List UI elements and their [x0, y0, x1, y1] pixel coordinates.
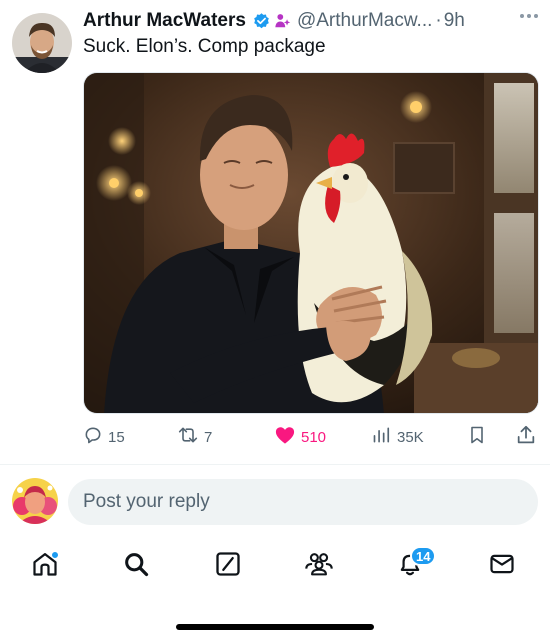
reply-count: 15 — [108, 428, 125, 446]
tweet-text: Suck. Elon’s. Comp package — [83, 36, 326, 57]
like-button[interactable]: 510 — [274, 424, 326, 450]
verified-badge-icon — [252, 12, 271, 31]
notifications-badge: 14 — [410, 546, 437, 566]
divider — [0, 464, 550, 465]
bookmark-icon — [467, 424, 487, 450]
share-button[interactable] — [515, 424, 537, 450]
separator-dot: · — [435, 10, 442, 31]
like-count: 510 — [301, 428, 327, 446]
reply-input[interactable] — [68, 479, 538, 525]
reply-button[interactable]: 15 — [83, 424, 125, 450]
tweet-header: Arthur MacWaters @ArthurMacw... · 9h — [83, 9, 538, 33]
reply-composer — [0, 476, 550, 528]
search-icon — [122, 550, 150, 583]
communities-icon — [304, 550, 334, 583]
tweet[interactable]: Arthur MacWaters @ArthurMacw... · 9h Suc… — [0, 0, 550, 464]
retweet-icon — [177, 425, 199, 449]
author-avatar[interactable] — [12, 13, 72, 73]
retweet-button[interactable]: 7 — [177, 424, 212, 450]
author-handle[interactable]: @ArthurMacw... — [297, 10, 432, 32]
retweet-count: 7 — [204, 428, 213, 446]
user-avatar[interactable] — [12, 478, 58, 524]
bookmark-button[interactable] — [467, 424, 487, 450]
bottom-navigation: 14 — [0, 540, 550, 590]
views-button[interactable]: 35K — [372, 424, 424, 450]
more-options-icon[interactable] — [520, 6, 538, 26]
share-icon — [515, 424, 537, 450]
tweet-actions: 15 7 510 35K — [83, 424, 539, 450]
home-indicator — [176, 624, 374, 630]
author-name[interactable]: Arthur MacWaters — [83, 10, 246, 32]
affiliation-badge-icon[interactable] — [274, 12, 292, 30]
views-chart-icon — [372, 425, 392, 449]
tweet-timestamp[interactable]: 9h — [444, 10, 465, 32]
messages-icon — [488, 550, 516, 583]
heart-filled-icon — [274, 425, 296, 449]
nav-search[interactable] — [118, 548, 154, 584]
nav-communities[interactable] — [301, 548, 337, 584]
tweet-image[interactable] — [83, 72, 539, 414]
nav-messages[interactable] — [484, 548, 520, 584]
grok-icon — [214, 550, 242, 583]
nav-notifications[interactable]: 14 — [392, 546, 437, 584]
views-count: 35K — [397, 428, 424, 446]
home-unread-dot — [51, 551, 59, 559]
nav-home[interactable] — [27, 548, 63, 584]
nav-grok[interactable] — [210, 548, 246, 584]
reply-icon — [83, 425, 103, 449]
